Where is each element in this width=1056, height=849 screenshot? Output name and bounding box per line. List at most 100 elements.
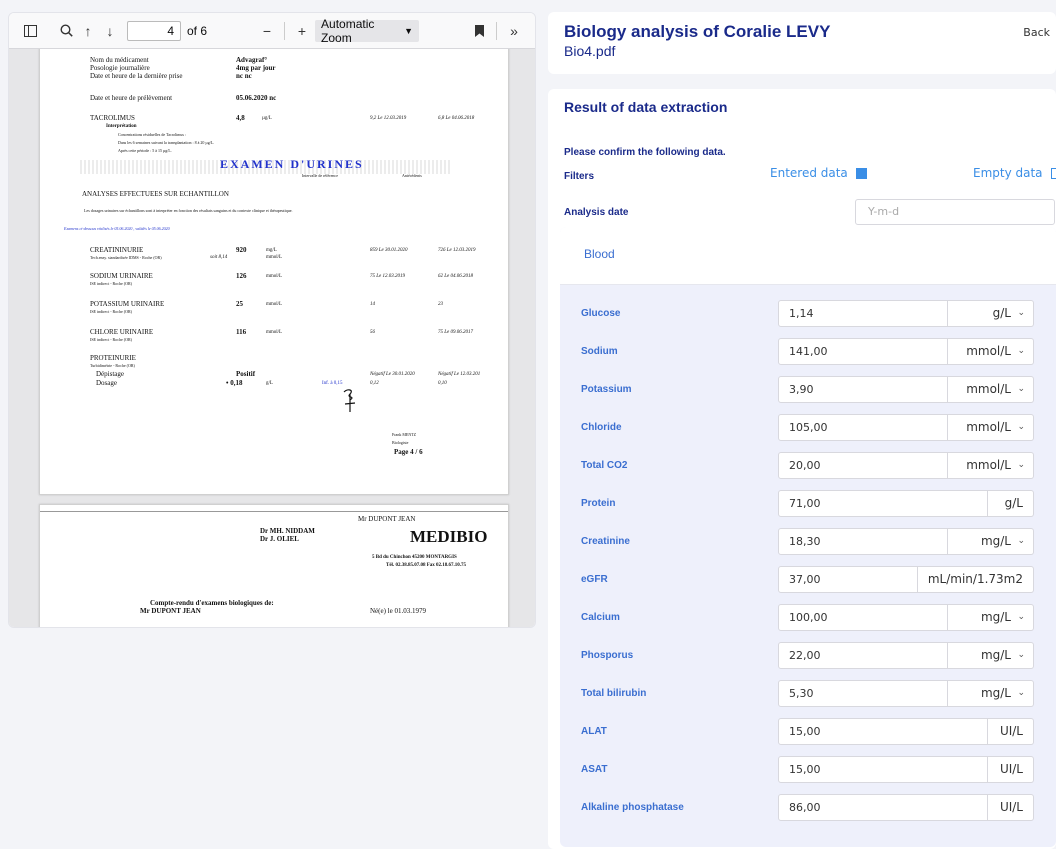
sidebar-toggle-icon[interactable] <box>19 20 41 42</box>
pdf-text: Nom du médicament <box>90 56 149 64</box>
page-number-input[interactable]: 4 <box>127 20 181 41</box>
zoom-in-icon[interactable]: + <box>291 20 313 42</box>
pdf-text: 75 Le 12.03.2019 <box>370 274 405 279</box>
analyte-value-input[interactable]: 20,00 <box>778 452 948 479</box>
analyte-row: Alkaline phosphatase 86,00 UI/L <box>560 794 1056 821</box>
analyte-label: Sodium <box>581 346 618 357</box>
chevron-down-icon: ⌄ <box>1017 308 1025 318</box>
pdf-text: Date et heure de prélèvement <box>90 94 173 102</box>
analyte-label: Chloride <box>581 422 622 433</box>
pdf-text: mmol/L <box>266 330 283 335</box>
arrow-up-icon[interactable]: ↑ <box>77 20 99 42</box>
extraction-panel: Biology analysis of Coralie LEVY Bio4.pd… <box>548 12 1056 849</box>
pdf-text: 56 <box>370 330 375 335</box>
analysis-date-input[interactable]: Y-m-d <box>855 199 1055 225</box>
pdf-text: 5 Bd du Chinchon 45200 MONTARGIS <box>372 555 457 560</box>
unit-select[interactable]: mmol/L ⌄ <box>948 452 1034 479</box>
pdf-text: Dépistage <box>96 370 124 378</box>
pdf-text: Inf. à 0,15 <box>322 381 343 386</box>
arrow-down-icon[interactable]: ↓ <box>99 20 121 42</box>
chevron-down-icon: ⌄ <box>1017 612 1025 622</box>
pdf-text: 859 Le 30.01.2020 <box>370 248 408 253</box>
analyte-value-input[interactable]: 3,90 <box>778 376 948 403</box>
zoom-select-value: Automatic Zoom <box>321 16 375 45</box>
analyte-value-input[interactable]: 15,00 <box>778 718 988 745</box>
chevron-down-icon: ⌄ <box>1017 536 1025 546</box>
analyte-row: Calcium 100,00 mg/L ⌄ <box>560 604 1056 631</box>
analyte-value-input[interactable]: 18,30 <box>778 528 948 555</box>
unit-select[interactable]: g/L ⌄ <box>948 300 1034 327</box>
pdf-text: POTASSIUM URINAIRE <box>90 300 165 308</box>
analyte-value-input[interactable]: 5,30 <box>778 680 948 707</box>
tab-blood[interactable]: Blood <box>560 227 1056 285</box>
unit-label: UI/L <box>988 756 1034 783</box>
unit-label: g/L <box>988 490 1034 517</box>
pdf-text: 75 Le 09.06.2017 <box>438 330 473 335</box>
pdf-text: ANALYSES EFFECTUEES SUR ECHANTILLON <box>82 190 229 198</box>
pdf-text: Dosage <box>96 379 117 387</box>
unit-select[interactable]: mg/L ⌄ <box>948 642 1034 669</box>
analyte-row: Glucose 1,14 g/L ⌄ <box>560 300 1056 327</box>
pdf-text: µg/L <box>262 116 272 121</box>
analyte-value-input[interactable]: 100,00 <box>778 604 948 631</box>
analyte-value-input[interactable]: 141,00 <box>778 338 948 365</box>
pdf-text: Dr MH. NIDDAM <box>260 527 315 535</box>
pdf-text: 9,2 Le 12.03.2019 <box>370 116 407 121</box>
unit-select[interactable]: mmol/L ⌄ <box>948 376 1034 403</box>
unit-select[interactable]: mg/L ⌄ <box>948 680 1034 707</box>
analyte-value-input[interactable]: 37,00 <box>778 566 918 593</box>
confirm-text: Please confirm the following data. <box>564 147 726 158</box>
tab-blood-label: Blood <box>584 247 615 261</box>
analyte-value-input[interactable]: 71,00 <box>778 490 988 517</box>
analysis-date-label: Analysis date <box>564 207 629 218</box>
pdf-text: nc nc <box>236 72 252 80</box>
blood-panel: Blood Glucose 1,14 g/L ⌄ Sodium 141,00 mmol/L ⌄… <box>560 227 1056 847</box>
pdf-text: ISE indirect - Roche (OR) <box>90 337 132 342</box>
pdf-text: soit 8,14 <box>210 255 228 260</box>
checkbox-checked-icon[interactable] <box>855 167 867 179</box>
pdf-text: 05.06.2020 nc <box>236 94 277 102</box>
pdf-text: Interprétation <box>106 124 137 129</box>
search-icon[interactable] <box>55 20 77 42</box>
pdf-text: Posologie journalière <box>90 64 150 72</box>
analyte-value-input[interactable]: 1,14 <box>778 300 948 327</box>
unit-select[interactable]: mmol/L ⌄ <box>948 338 1034 365</box>
back-button[interactable]: Back <box>1023 26 1050 39</box>
bookmark-icon[interactable] <box>468 20 490 42</box>
result-title: Result of data extraction <box>564 99 728 115</box>
analyte-row: Total CO2 20,00 mmol/L ⌄ <box>560 452 1056 479</box>
analyte-value-input[interactable]: 86,00 <box>778 794 988 821</box>
filter-empty-data[interactable]: Empty data <box>973 166 1056 180</box>
pdf-text: Turbidimétrie - Roche (OR) <box>90 363 135 368</box>
unit-select[interactable]: mg/L ⌄ <box>948 528 1034 555</box>
analyte-label: ALAT <box>581 726 607 737</box>
pdf-text: mg/L <box>266 248 277 253</box>
zoom-select[interactable]: Automatic Zoom ▼ <box>315 16 420 45</box>
analyte-row: Total bilirubin 5,30 mg/L ⌄ <box>560 680 1056 707</box>
pdf-text: Les dosages urinaires sur échantillons s… <box>84 208 293 213</box>
pdf-text: Advagraf° <box>236 56 268 64</box>
analyte-value-input[interactable]: 105,00 <box>778 414 948 441</box>
chevron-down-icon: ⌄ <box>1017 422 1025 432</box>
pdf-text: Compte-rendu d'examens biologiques de: <box>150 599 274 607</box>
chevron-down-icon: ▼ <box>404 25 414 36</box>
pdf-text: Né(e) le 01.03.1979 <box>370 607 426 615</box>
analyte-value-input[interactable]: 15,00 <box>778 756 988 783</box>
chevron-down-icon: ⌄ <box>1017 650 1025 660</box>
filter-empty-label: Empty data <box>973 166 1043 180</box>
pdf-text: Dr J. OLIEL <box>260 535 299 543</box>
pdf-viewer-area[interactable]: Nom du médicament Advagraf° Posologie jo… <box>9 49 535 627</box>
tools-menu-icon[interactable]: » <box>503 20 525 42</box>
pdf-text: TACROLIMUS <box>90 114 135 122</box>
pdf-text: Intervalle de référence <box>302 173 338 178</box>
pdf-text: CHLORE URINAIRE <box>90 328 154 336</box>
unit-select[interactable]: mg/L ⌄ <box>948 604 1034 631</box>
analyte-value-input[interactable]: 22,00 <box>778 642 948 669</box>
zoom-out-icon[interactable]: − <box>256 20 278 42</box>
pdf-text: Après cette période : 5 à 15 µg/L. <box>118 148 172 153</box>
unit-label: UI/L <box>988 718 1034 745</box>
pdf-section-title: EXAMEN D'URINES <box>220 157 364 171</box>
checkbox-unchecked-icon[interactable] <box>1050 167 1056 179</box>
unit-select[interactable]: mmol/L ⌄ <box>948 414 1034 441</box>
filter-entered-data[interactable]: Entered data <box>770 166 867 180</box>
